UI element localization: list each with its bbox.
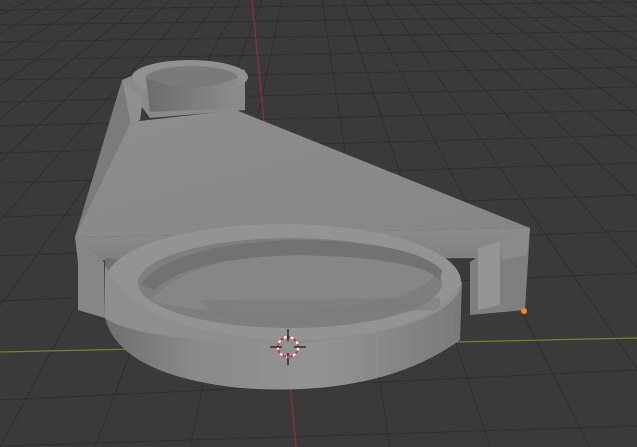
selected-vertex[interactable]: [521, 308, 527, 314]
bracket-mesh[interactable]: [75, 60, 530, 390]
right-block-inner: [478, 242, 500, 310]
3d-viewport[interactable]: [0, 0, 637, 447]
top-plate-face: [75, 110, 530, 237]
viewport-canvas[interactable]: [0, 0, 637, 447]
